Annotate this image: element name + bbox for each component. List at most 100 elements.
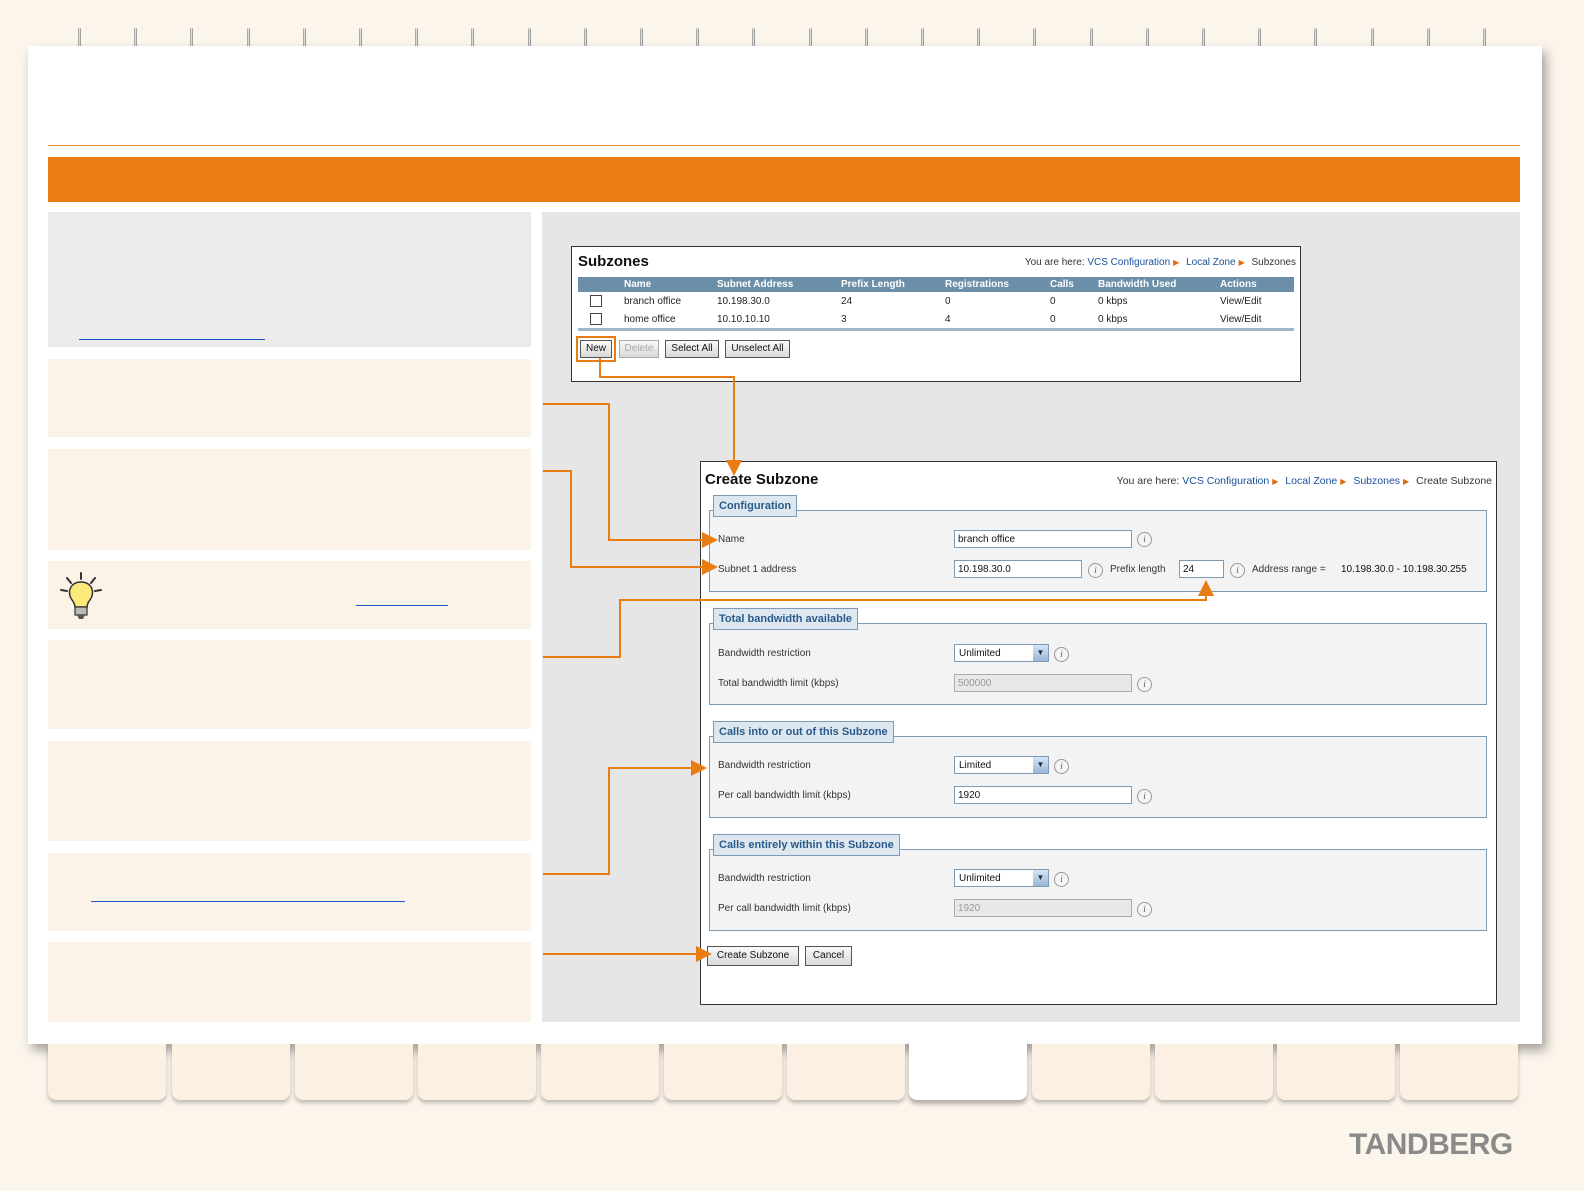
cell-bandwidth: 0 kbps	[1098, 313, 1128, 325]
tip-box	[48, 561, 531, 629]
intro-box	[48, 212, 531, 347]
column-calls[interactable]: Calls	[1046, 277, 1094, 292]
column-registrations[interactable]: Registrations	[941, 277, 1046, 292]
info-icon[interactable]: i	[1054, 647, 1069, 662]
new-button[interactable]: New	[576, 336, 616, 362]
subzones-window: Subzones You are here: VCS Configuration…	[571, 246, 1301, 382]
step-box-name	[48, 359, 531, 437]
column-name[interactable]: Name	[620, 277, 713, 292]
name-input[interactable]: branch office	[954, 530, 1132, 548]
calls-in-out-legend: Calls into or out of this Subzone	[713, 721, 894, 743]
info-icon[interactable]: i	[1137, 677, 1152, 692]
column-actions: Actions	[1216, 277, 1294, 292]
step-box-call-bandwidth	[48, 853, 531, 931]
address-range-value: 10.198.30.0 - 10.198.30.255	[1341, 564, 1467, 575]
view-edit-link[interactable]: View/Edit	[1216, 310, 1294, 330]
calls-in-out-section	[709, 736, 1487, 818]
subnet-input[interactable]: 10.198.30.0	[954, 560, 1082, 578]
info-icon[interactable]: i	[1054, 872, 1069, 887]
select-value: Unlimited	[959, 648, 1001, 659]
create-subzone-button[interactable]: Create Subzone	[707, 946, 799, 966]
breadcrumb-arrow-icon: ▶	[1173, 258, 1180, 267]
configuration-section	[709, 510, 1487, 592]
select-value: Limited	[959, 760, 992, 771]
breadcrumb-local-zone[interactable]: Local Zone	[1186, 257, 1235, 268]
lightbulb-icon	[60, 572, 102, 619]
section-tab-active[interactable]	[909, 1040, 1027, 1100]
cell-prefix: 24	[841, 295, 853, 307]
section-tab[interactable]	[418, 1044, 536, 1100]
column-bandwidth[interactable]: Bandwidth Used	[1094, 277, 1216, 292]
cell-calls: 0	[1050, 295, 1056, 307]
chevron-down-icon: ▼	[1033, 870, 1048, 886]
total-bandwidth-section	[709, 623, 1487, 705]
cell-subnet: 10.198.30.0	[717, 295, 770, 307]
section-tab[interactable]	[48, 1044, 166, 1100]
breadcrumb-vcs-configuration[interactable]: VCS Configuration	[1087, 257, 1170, 268]
section-tab[interactable]	[664, 1044, 782, 1100]
calls-within-limit-input[interactable]: 1920	[954, 899, 1132, 917]
bandwidth-restriction-label: Bandwidth restriction	[718, 760, 811, 771]
prefix-length-input[interactable]: 24	[1179, 560, 1224, 578]
bandwidth-restriction-label: Bandwidth restriction	[718, 873, 811, 884]
breadcrumb-subzones[interactable]: Subzones	[1353, 475, 1400, 487]
info-icon[interactable]: i	[1054, 759, 1069, 774]
total-bandwidth-restriction-select[interactable]: Unlimited ▼	[954, 644, 1049, 662]
section-tab[interactable]	[1277, 1044, 1395, 1100]
info-icon[interactable]: i	[1137, 902, 1152, 917]
total-bandwidth-limit-input[interactable]: 500000	[954, 674, 1132, 692]
table-row: branch office 10.198.30.0 24 0 0 0 kbps …	[578, 292, 1294, 310]
breadcrumb-arrow-icon: ▶	[1340, 477, 1347, 486]
bandwidth-link[interactable]	[91, 901, 405, 902]
breadcrumb-current: Subzones	[1251, 257, 1296, 268]
calls-in-out-restriction-select[interactable]: Limited ▼	[954, 756, 1049, 774]
step-box-total-bandwidth	[48, 741, 531, 841]
breadcrumb: You are here: VCS Configuration ▶ Local Z…	[1025, 257, 1296, 268]
intro-link[interactable]	[79, 339, 265, 340]
section-tab[interactable]	[1400, 1044, 1518, 1100]
view-edit-link[interactable]: View/Edit	[1216, 292, 1294, 310]
unselect-all-button[interactable]: Unselect All	[725, 340, 790, 358]
column-prefix[interactable]: Prefix Length	[837, 277, 941, 292]
breadcrumb-prefix: You are here:	[1116, 475, 1180, 487]
section-tab[interactable]	[1155, 1044, 1273, 1100]
section-tab[interactable]	[787, 1044, 905, 1100]
breadcrumb: You are here: VCS Configuration ▶ Local Z…	[1117, 475, 1492, 487]
calls-in-out-limit-input[interactable]: 1920	[954, 786, 1132, 804]
row-checkbox[interactable]	[590, 295, 602, 307]
section-tab[interactable]	[295, 1044, 413, 1100]
tandberg-logo: TANDBERG	[1349, 1128, 1513, 1161]
cell-subnet: 10.10.10.10	[717, 313, 770, 325]
step-box-create	[48, 942, 531, 1022]
subnet-label: Subnet 1 address	[718, 564, 797, 575]
section-tab[interactable]	[541, 1044, 659, 1100]
select-all-button[interactable]: Select All	[665, 340, 719, 358]
column-subnet[interactable]: Subnet Address	[713, 277, 837, 292]
table-row: home office 10.10.10.10 3 4 0 0 kbps Vie…	[578, 310, 1294, 330]
cancel-button[interactable]: Cancel	[805, 946, 852, 966]
page-title: Create Subzone	[705, 471, 819, 488]
calls-within-legend: Calls entirely within this Subzone	[713, 834, 900, 856]
delete-button[interactable]: Delete	[619, 340, 659, 358]
breadcrumb-local-zone[interactable]: Local Zone	[1285, 475, 1337, 487]
total-bandwidth-legend: Total bandwidth available	[713, 608, 859, 630]
row-checkbox[interactable]	[590, 313, 602, 325]
info-icon[interactable]: i	[1088, 563, 1103, 578]
breadcrumb-vcs-configuration[interactable]: VCS Configuration	[1182, 475, 1269, 487]
calls-within-restriction-select[interactable]: Unlimited ▼	[954, 869, 1049, 887]
info-icon[interactable]: i	[1230, 563, 1245, 578]
cell-name: branch office	[624, 295, 682, 307]
cell-prefix: 3	[841, 313, 847, 325]
step-box-prefix	[48, 640, 531, 729]
total-bandwidth-limit-label: Total bandwidth limit (kbps)	[718, 678, 839, 689]
section-tab[interactable]	[172, 1044, 290, 1100]
section-tabs	[48, 1040, 1520, 1100]
tip-link[interactable]	[356, 605, 448, 606]
bandwidth-restriction-label: Bandwidth restriction	[718, 648, 811, 659]
cell-bandwidth: 0 kbps	[1098, 295, 1128, 307]
chevron-down-icon: ▼	[1033, 757, 1048, 773]
info-icon[interactable]: i	[1137, 532, 1152, 547]
info-icon[interactable]: i	[1137, 789, 1152, 804]
breadcrumb-prefix: You are here:	[1024, 257, 1085, 268]
section-tab[interactable]	[1032, 1044, 1150, 1100]
